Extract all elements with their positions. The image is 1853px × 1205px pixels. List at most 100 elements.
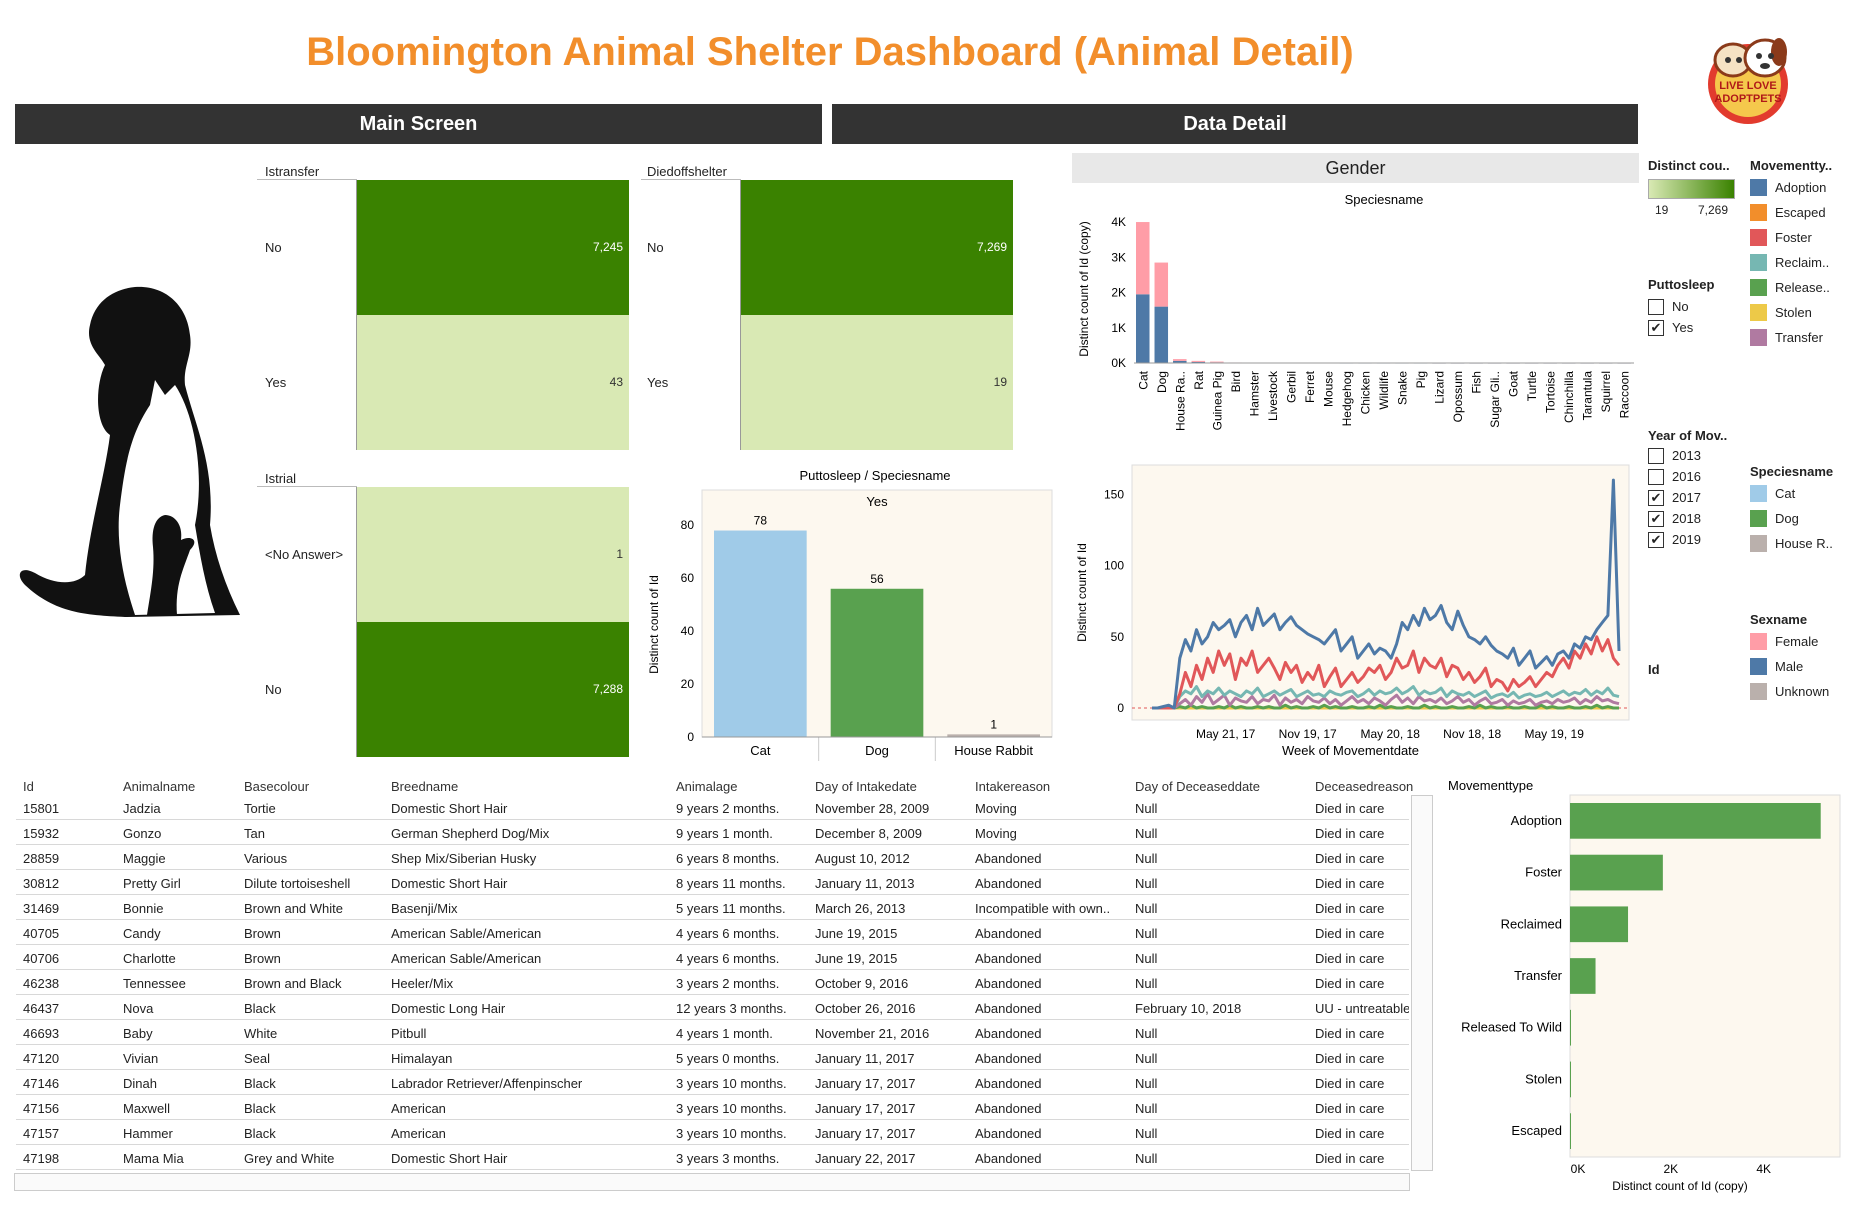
legend-movementtype-item[interactable]: Stolen xyxy=(1750,300,1853,325)
legend-puttosleep-item[interactable]: ✔ Yes xyxy=(1648,317,1748,338)
table-row[interactable]: 28859 Maggie Various Shep Mix/Siberian Husk… xyxy=(16,845,1409,870)
legend-movementtype-item[interactable]: Foster xyxy=(1750,225,1853,250)
table-cell: Abandoned xyxy=(975,876,1042,891)
y-tick-label: Reclaimed xyxy=(1501,916,1562,931)
table-scrollbar[interactable] xyxy=(1411,795,1433,1171)
bar-segment[interactable] xyxy=(1154,306,1169,363)
legend-year-item[interactable]: ✔ 2019 xyxy=(1648,529,1748,550)
table-cell: Null xyxy=(1135,976,1158,991)
table-cell: Abandoned xyxy=(975,1151,1042,1166)
table-column-header[interactable]: Deceasedreason xyxy=(1315,779,1413,794)
table-column-header[interactable]: Day of Deceaseddate xyxy=(1135,779,1260,794)
legend-puttosleep-checkbox[interactable]: ✔ xyxy=(1648,319,1664,336)
banner-data-detail[interactable]: Data Detail xyxy=(832,104,1638,144)
legend-year-checkbox[interactable] xyxy=(1648,468,1664,485)
table-column-header[interactable]: Day of Intakedate xyxy=(815,779,917,794)
table-row[interactable]: 46238 Tennessee Brown and Black Heeler/Mix 3… xyxy=(16,970,1409,995)
legend-year-checkbox[interactable]: ✔ xyxy=(1648,510,1664,527)
bar-segment[interactable] xyxy=(1191,360,1206,362)
legend-movementtype-label: Adoption xyxy=(1775,180,1827,195)
table-cell: Null xyxy=(1135,851,1158,866)
legend-sexname-swatch xyxy=(1750,633,1767,650)
bar-segment[interactable] xyxy=(1154,262,1169,307)
table-cell: Heeler/Mix xyxy=(391,976,454,991)
table-row[interactable]: 46693 Baby White Pitbull 4 years 1 month. Nov… xyxy=(16,1020,1409,1045)
bar[interactable] xyxy=(714,530,807,737)
x-tick-label: Bird xyxy=(1229,371,1243,392)
table-cell: December 8, 2009 xyxy=(815,826,922,841)
table-column-header[interactable]: Animalname xyxy=(123,779,195,794)
banner-main-screen[interactable]: Main Screen xyxy=(15,104,822,144)
legend-movementtype-swatch xyxy=(1750,279,1767,296)
table-cell: Null xyxy=(1135,801,1158,816)
table-cell: Labrador Retriever/Affenpinscher xyxy=(391,1076,583,1091)
table-row[interactable]: 46437 Nova Black Domestic Long Hair 12 years… xyxy=(16,995,1409,1020)
legend-movementtype-item[interactable]: Release.. xyxy=(1750,275,1853,300)
bar[interactable] xyxy=(1570,1113,1571,1149)
legend-speciesname-item[interactable]: Dog xyxy=(1750,506,1853,531)
table-hscrollbar[interactable] xyxy=(14,1173,1410,1191)
bar[interactable] xyxy=(1570,1061,1571,1098)
legend-movementtype-item[interactable]: Adoption xyxy=(1750,175,1853,200)
legend-movementtype-item[interactable]: Transfer xyxy=(1750,325,1853,350)
table-row[interactable]: 31469 Bonnie Brown and White Basenji/Mix 5 y… xyxy=(16,895,1409,920)
table-column-header[interactable]: Id xyxy=(23,779,34,794)
legend-sexname-item[interactable]: Unknown xyxy=(1750,679,1853,704)
table-row[interactable]: 47157 Hammer Black American 3 years 10 month… xyxy=(16,1120,1409,1145)
legend-year-label: 2017 xyxy=(1672,490,1701,505)
table-cell: November 28, 2009 xyxy=(815,801,930,816)
table-cell: Mama Mia xyxy=(123,1151,184,1166)
bar[interactable] xyxy=(1570,906,1629,943)
table-row[interactable]: 15932 Gonzo Tan German Shepherd Dog/Mix 9 ye… xyxy=(16,820,1409,845)
x-tick-label: May 20, 18 xyxy=(1361,727,1421,741)
table-row[interactable]: 30812 Pretty Girl Dilute tortoiseshell Dome… xyxy=(16,870,1409,895)
table-cell: Died in care xyxy=(1315,876,1385,891)
legend-year-item[interactable]: ✔ 2018 xyxy=(1648,508,1748,529)
diedoffshelter-label-yes: Yes xyxy=(647,375,669,390)
legend-sexname-item[interactable]: Male xyxy=(1750,654,1853,679)
legend-distinct-count-ramp xyxy=(1648,179,1735,199)
table-cell: 31469 xyxy=(23,901,60,916)
table-row[interactable]: 47198 Mama Mia Grey and White Domestic Shor… xyxy=(16,1145,1409,1170)
legend-speciesname-item[interactable]: Cat xyxy=(1750,481,1853,506)
bar-segment[interactable] xyxy=(1136,294,1150,363)
legend-year-item[interactable]: 2013 xyxy=(1648,445,1748,466)
table-column-header[interactable]: Intakereason xyxy=(975,779,1050,794)
table-cell: Grey and White xyxy=(244,1151,335,1166)
legend-sexname-item[interactable]: Female xyxy=(1750,629,1853,654)
legend-movementtype-label: Reclaim.. xyxy=(1775,255,1830,270)
table-cell: June 19, 2015 xyxy=(815,926,898,941)
legend-movementtype-item[interactable]: Escaped xyxy=(1750,200,1853,225)
table-row[interactable]: 47146 Dinah Black Labrador Retriever/Affenp… xyxy=(16,1070,1409,1095)
table-row[interactable]: 40705 Candy Brown American Sable/American 4 … xyxy=(16,920,1409,945)
legend-movementtype-item[interactable]: Reclaim.. xyxy=(1750,250,1853,275)
bar[interactable] xyxy=(1570,803,1821,839)
legend-year-item[interactable]: 2016 xyxy=(1648,466,1748,487)
table-row[interactable]: 15801 Jadzia Tortie Domestic Short Hair 9 ye… xyxy=(16,795,1409,820)
table-cell: Null xyxy=(1135,826,1158,841)
table-column-header[interactable]: Animalage xyxy=(676,779,737,794)
bar-segment[interactable] xyxy=(1173,359,1187,361)
y-axis-label: Distinct count of Id xyxy=(647,575,661,674)
bar[interactable] xyxy=(1570,958,1596,994)
bar-segment[interactable] xyxy=(1136,222,1150,295)
table-row[interactable]: 47156 Maxwell Black American 3 years 10 mont… xyxy=(16,1095,1409,1120)
table-cell: Dinah xyxy=(123,1076,157,1091)
legend-year-item[interactable]: ✔ 2017 xyxy=(1648,487,1748,508)
legend-year-checkbox[interactable]: ✔ xyxy=(1648,489,1664,506)
legend-puttosleep-checkbox[interactable] xyxy=(1648,298,1664,315)
table-row[interactable]: 40706 Charlotte Brown American Sable/Americ… xyxy=(16,945,1409,970)
table-column-header[interactable]: Breedname xyxy=(391,779,458,794)
legend-year-checkbox[interactable] xyxy=(1648,447,1664,464)
legend-year-checkbox[interactable]: ✔ xyxy=(1648,531,1664,548)
legend-puttosleep-item[interactable]: No xyxy=(1648,296,1748,317)
table-row[interactable]: 47120 Vivian Seal Himalayan 5 years 0 months… xyxy=(16,1045,1409,1070)
table-cell: Domestic Long Hair xyxy=(391,1001,506,1016)
table-cell: Bonnie xyxy=(123,901,164,916)
bar[interactable] xyxy=(1570,854,1663,891)
table-column-header[interactable]: Basecolour xyxy=(244,779,309,794)
bar[interactable] xyxy=(1570,1009,1571,1046)
bar-segment[interactable] xyxy=(1210,361,1224,363)
legend-speciesname-item[interactable]: House R.. xyxy=(1750,531,1853,556)
bar[interactable] xyxy=(830,588,924,737)
